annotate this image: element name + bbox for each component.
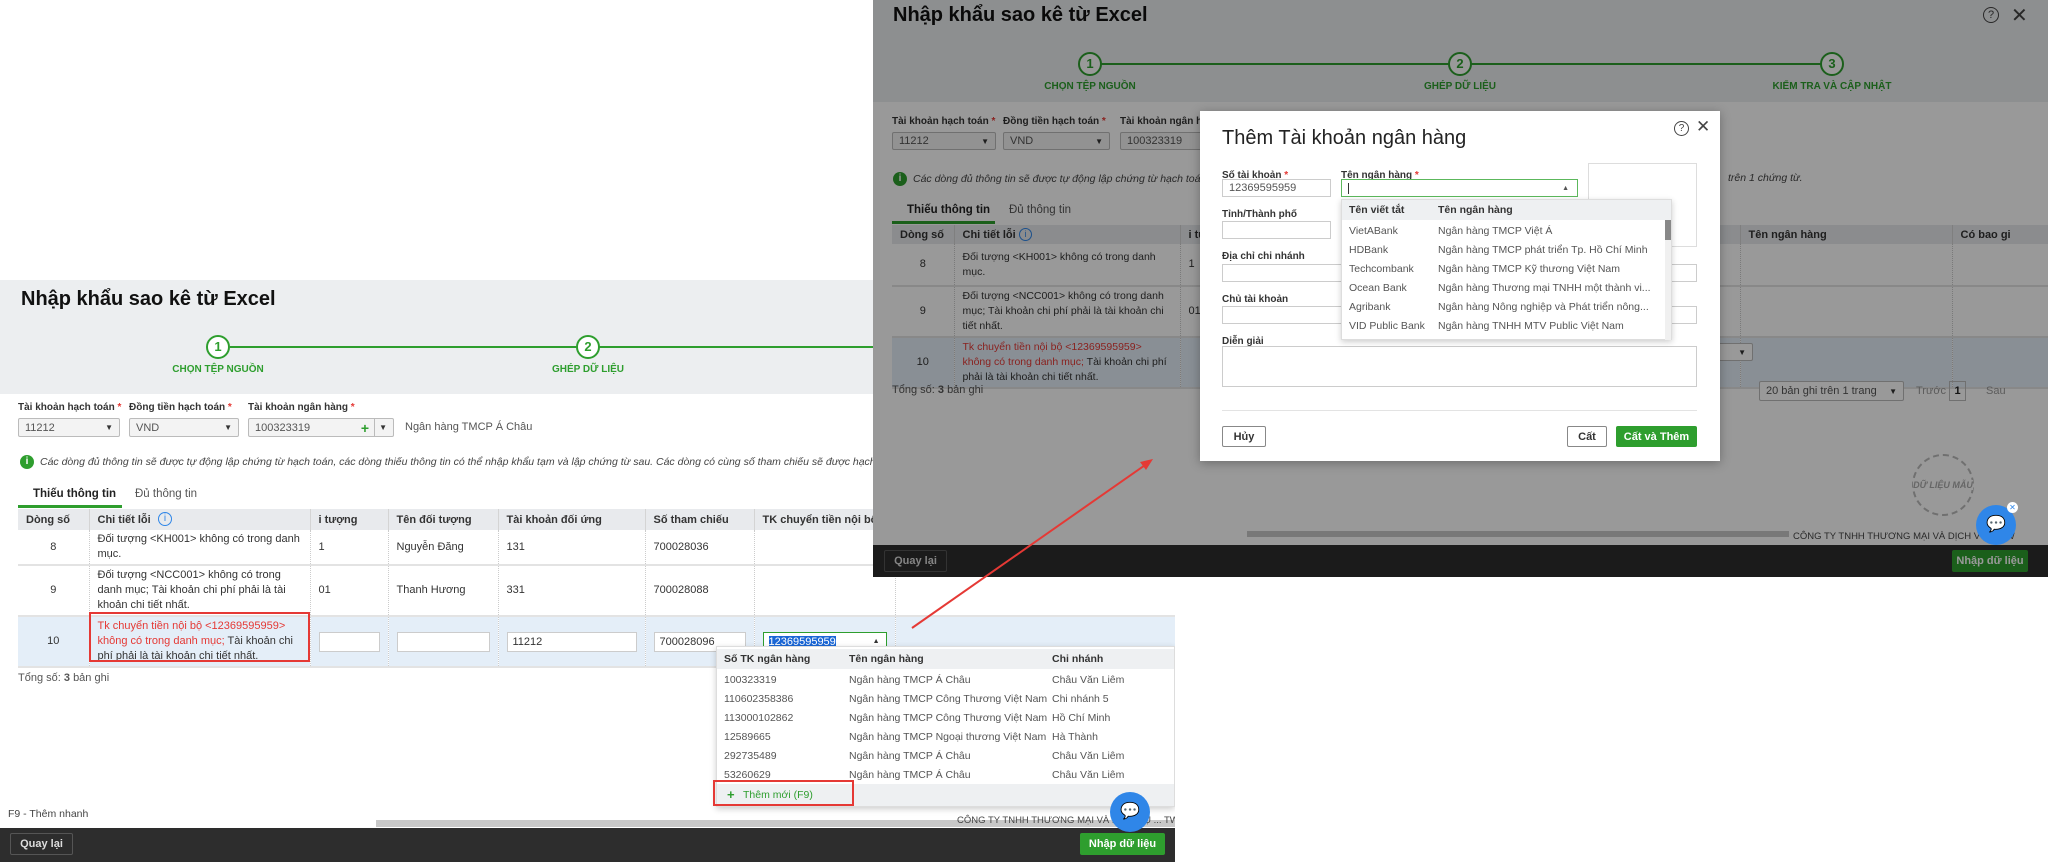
annotation-arrow — [911, 459, 1153, 629]
